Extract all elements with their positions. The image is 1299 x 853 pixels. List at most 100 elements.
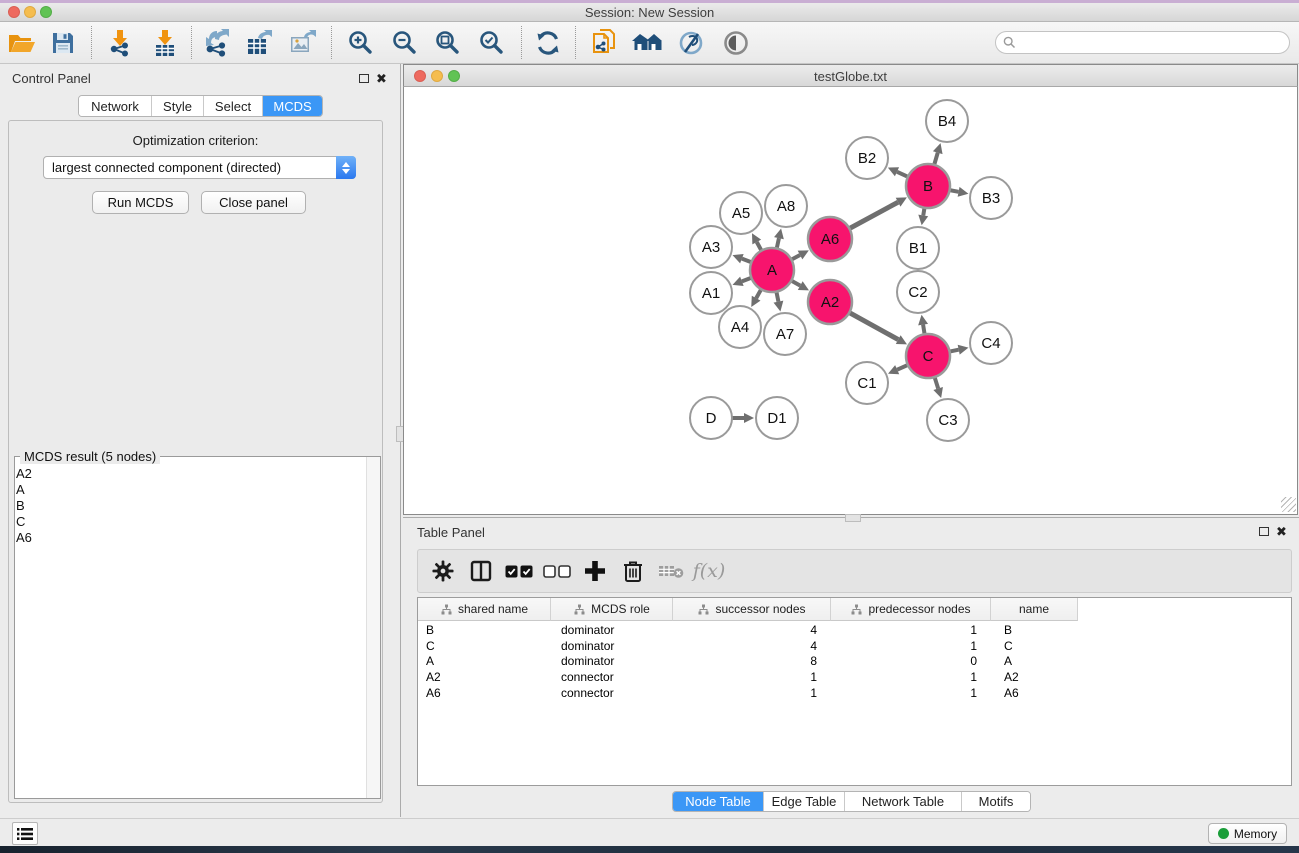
import-table-icon[interactable] [147,26,183,60]
apply-function-icon[interactable]: f(x) [690,560,728,582]
table-cell[interactable]: B [991,623,1078,637]
delete-table-icon[interactable] [652,563,690,579]
add-column-icon[interactable] [576,560,614,582]
table-row[interactable]: Adominator80A [418,653,1078,669]
result-scrollbar[interactable] [366,457,380,798]
control-panel-close-button[interactable]: ✖ [376,71,387,87]
edge-A-A2[interactable] [791,281,800,286]
edge-C-C4[interactable] [950,350,959,352]
tab-network-table[interactable]: Network Table [845,792,962,811]
table-cell[interactable]: 1 [673,686,831,700]
refresh-icon[interactable] [530,26,566,60]
table-cell[interactable]: 1 [831,639,991,653]
criterion-dropdown[interactable]: largest connected component (directed) [43,156,356,179]
network-resize-grip[interactable] [1281,497,1296,512]
table-cell[interactable]: A [991,654,1078,668]
split-panel-icon[interactable] [462,560,500,582]
edge-C-C1[interactable] [897,365,908,370]
select-all-columns-icon[interactable] [500,565,538,578]
search-field[interactable] [995,31,1290,54]
result-item[interactable]: A [16,482,364,498]
result-item[interactable]: B [16,498,364,514]
tab-mcds[interactable]: MCDS [263,96,322,116]
result-item[interactable]: C [16,514,364,530]
table-cell[interactable]: dominator [551,639,673,653]
tab-edge-table[interactable]: Edge Table [764,792,845,811]
edge-B-B3[interactable] [950,190,959,192]
zoom-selected-icon[interactable] [474,26,510,60]
result-item[interactable]: A6 [16,530,364,546]
export-table-icon[interactable] [242,26,278,60]
tab-node-table[interactable]: Node Table [673,792,764,811]
zoom-out-icon[interactable] [387,26,423,60]
table-cell[interactable]: 1 [831,686,991,700]
table-cell[interactable]: dominator [551,623,673,637]
column-header-MCDS-role[interactable]: MCDS role [551,598,673,621]
edge-A-A3[interactable] [742,259,752,263]
table-cell[interactable]: connector [551,686,673,700]
table-row[interactable]: Cdominator41C [418,638,1078,654]
export-image-icon[interactable] [285,26,321,60]
table-cell[interactable]: 4 [673,639,831,653]
table-row[interactable]: A2connector11A2 [418,669,1078,685]
table-cell[interactable]: A6 [991,686,1078,700]
hide-graphics-details-icon[interactable] [673,26,709,60]
table-cell[interactable]: 4 [673,623,831,637]
task-history-button[interactable] [12,822,38,845]
table-options-gear-icon[interactable] [424,560,462,582]
edge-A-A5[interactable] [757,242,762,251]
tab-select[interactable]: Select [204,96,263,116]
column-header-predecessor-nodes[interactable]: predecessor nodes [831,598,991,621]
edge-B-B2[interactable] [897,172,908,177]
tab-style[interactable]: Style [152,96,204,116]
table-cell[interactable]: dominator [551,654,673,668]
search-input[interactable] [1020,36,1289,50]
column-header-shared-name[interactable]: shared name [418,598,551,621]
table-cell[interactable]: A [418,654,551,668]
table-row[interactable]: Bdominator41B [418,622,1078,638]
table-cell[interactable]: 8 [673,654,831,668]
close-panel-button[interactable]: Close panel [201,191,306,214]
edge-C-C3[interactable] [935,377,939,389]
zoom-fit-icon[interactable] [430,26,466,60]
table-panel-float-button[interactable] [1259,527,1269,536]
memory-button[interactable]: Memory [1208,823,1287,844]
run-mcds-button[interactable]: Run MCDS [92,191,189,214]
edge-A-A8[interactable] [777,238,779,248]
open-session-icon[interactable] [4,26,40,60]
import-network-icon[interactable] [102,26,138,60]
edge-A-A1[interactable] [742,278,752,282]
table-row[interactable]: A6connector11A6 [418,685,1078,701]
table-panel-close-button[interactable]: ✖ [1276,524,1287,540]
unselect-all-columns-icon[interactable] [538,565,576,578]
table-cell[interactable]: 1 [831,670,991,684]
table-cell[interactable]: A2 [418,670,551,684]
table-cell[interactable]: connector [551,670,673,684]
table-cell[interactable]: B [418,623,551,637]
table-cell[interactable]: 0 [831,654,991,668]
home-layout-icon[interactable] [629,26,665,60]
edge-A-A4[interactable] [756,289,761,298]
zoom-in-icon[interactable] [343,26,379,60]
tab-network[interactable]: Network [79,96,152,116]
horizontal-splitter-handle[interactable] [845,514,861,522]
edge-C-C2[interactable] [923,325,925,335]
table-cell[interactable]: C [991,639,1078,653]
tab-motifs[interactable]: Motifs [962,792,1030,811]
column-header-name[interactable]: name [991,598,1078,621]
edge-A-A6[interactable] [791,255,800,260]
table-cell[interactable]: C [418,639,551,653]
export-network-icon[interactable] [199,26,235,60]
column-header-successor-nodes[interactable]: successor nodes [673,598,831,621]
save-session-icon[interactable] [45,26,81,60]
table-cell[interactable]: 1 [831,623,991,637]
edge-A-A7[interactable] [776,292,778,302]
network-graph[interactable]: B4B2BB3A8A5A6A3B1AA1C2A2A4A7C4CC1C3DD1 [404,88,1297,514]
show-preview-eye-icon[interactable] [718,26,754,60]
table-cell[interactable]: A2 [991,670,1078,684]
clone-network-icon[interactable] [587,26,623,60]
edge-A6-B[interactable] [849,202,898,228]
table-cell[interactable]: A6 [418,686,551,700]
control-panel-float-button[interactable] [359,74,369,83]
edge-B-B4[interactable] [934,153,938,165]
